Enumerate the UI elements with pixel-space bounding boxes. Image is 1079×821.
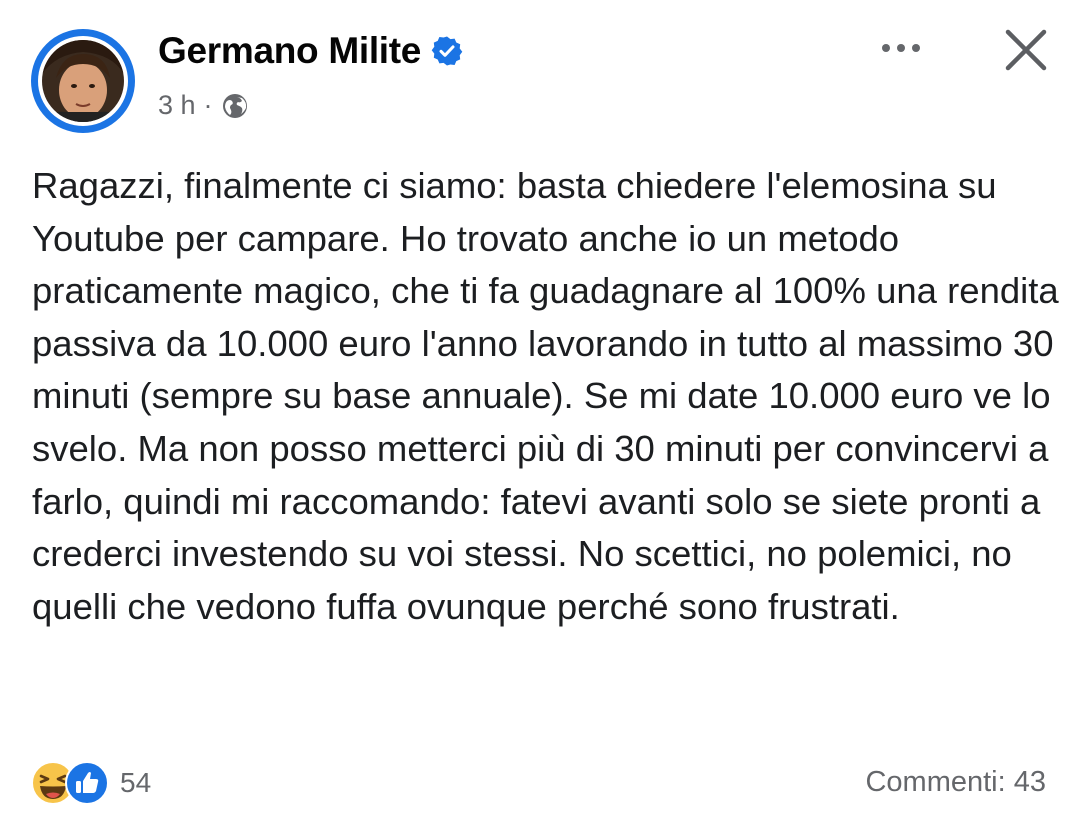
reactions-summary[interactable]: 54 (30, 760, 151, 806)
more-options-icon (897, 44, 905, 52)
more-options-icon (882, 44, 890, 52)
profile-photo (42, 40, 124, 122)
reaction-count: 54 (120, 767, 152, 798)
globe-icon[interactable] (221, 92, 249, 120)
avatar-ring (38, 36, 128, 126)
verified-badge-icon (431, 36, 463, 66)
post-body: Ragazzi, finalmente ci siamo: basta chie… (32, 165, 1059, 627)
meta-separator: · (203, 90, 213, 120)
post-timestamp[interactable]: 3 h (158, 90, 196, 121)
avatar[interactable] (31, 29, 135, 133)
more-options-button[interactable] (870, 28, 932, 68)
author-row: Germano Milite (158, 30, 463, 72)
like-reaction-icon (65, 761, 109, 805)
comments-count-link[interactable]: Commenti: 43 (865, 766, 1046, 799)
post-meta: 3 h · (158, 90, 249, 121)
close-icon[interactable] (998, 22, 1054, 78)
more-options-icon (912, 44, 920, 52)
author-name[interactable]: Germano Milite (158, 30, 421, 72)
